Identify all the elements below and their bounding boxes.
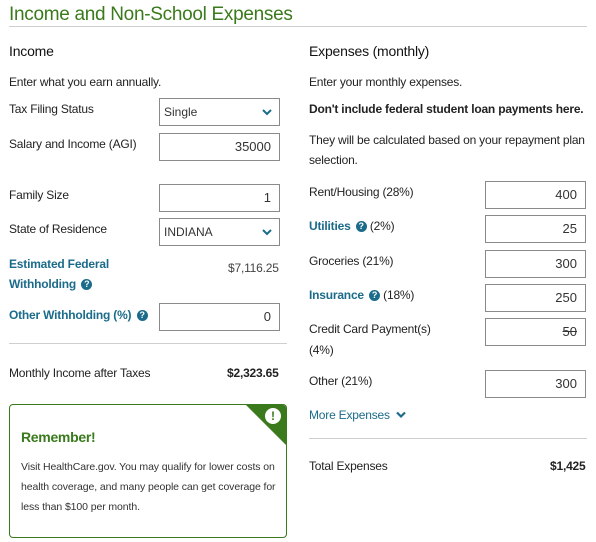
insurance-pct: (18%)	[383, 288, 415, 302]
page-title: Income and Non-School Expenses	[9, 4, 293, 25]
credit-card-label-line2: (4%)	[309, 343, 334, 357]
utilities-link[interactable]: Utilities	[309, 219, 351, 233]
total-expenses-label: Total Expenses	[309, 459, 388, 473]
other-withholding-input[interactable]: 0	[159, 303, 280, 331]
credit-card-value: 50	[562, 324, 577, 339]
groceries-label: Groceries (21%)	[309, 254, 394, 268]
federal-withholding-value: $7,116.25	[228, 261, 279, 275]
credit-card-input[interactable]: 50	[485, 318, 586, 346]
help-icon[interactable]: ?	[136, 310, 148, 321]
expenses-heading: Expenses (monthly)	[309, 43, 430, 59]
exclamation-icon: !	[265, 408, 281, 424]
remember-callout: ! Remember! Visit HealthCare.gov. You ma…	[9, 404, 287, 538]
expenses-note: They will be calculated based on your re…	[309, 133, 585, 167]
title-divider	[9, 26, 587, 27]
rent-input[interactable]: 400	[485, 181, 586, 209]
expenses-note-bold: Don't include federal student loan payme…	[309, 102, 584, 116]
family-size-input[interactable]: 1	[159, 184, 280, 212]
state-select[interactable]: INDIANA	[159, 218, 280, 246]
family-size-label: Family Size	[9, 188, 69, 202]
rent-label: Rent/Housing (28%)	[309, 185, 414, 199]
utilities-pct: (2%)	[369, 219, 395, 233]
insurance-input[interactable]: 250	[485, 284, 586, 312]
insurance-link[interactable]: Insurance	[309, 288, 364, 302]
filing-status-value: Single	[164, 105, 198, 119]
chevron-down-icon	[262, 109, 272, 116]
help-icon[interactable]: ?	[369, 290, 381, 301]
salary-input[interactable]: 35000	[159, 133, 280, 161]
more-expenses-link[interactable]: More Expenses	[309, 408, 390, 422]
filing-status-select[interactable]: Single	[159, 98, 280, 126]
utilities-input[interactable]: 25	[485, 215, 586, 243]
filing-status-label: Tax Filing Status	[9, 102, 94, 116]
more-expenses-toggle[interactable]: More Expenses	[309, 408, 406, 422]
other-withholding-label-row: Other Withholding (%) ?	[9, 308, 148, 322]
chevron-down-icon	[262, 229, 272, 236]
federal-withholding-link-line1[interactable]: Estimated Federal	[9, 257, 109, 271]
monthly-income-value: $2,323.65	[227, 366, 279, 380]
income-divider	[9, 343, 287, 344]
federal-withholding-link-line2[interactable]: Withholding	[9, 277, 76, 291]
groceries-input[interactable]: 300	[485, 250, 586, 278]
credit-card-label-line1: Credit Card Payment(s)	[309, 322, 431, 336]
income-intro: Enter what you earn annually.	[9, 75, 162, 89]
expenses-intro: Enter your monthly expenses.	[309, 75, 463, 89]
monthly-income-label: Monthly Income after Taxes	[9, 366, 151, 380]
other-expense-input[interactable]: 300	[485, 370, 586, 398]
chevron-down-icon	[396, 411, 406, 419]
insurance-label-row: Insurance ? (18%)	[309, 288, 414, 302]
help-icon[interactable]: ?	[355, 221, 367, 232]
other-expense-label: Other (21%)	[309, 374, 373, 388]
remember-body: Visit HealthCare.gov. You may qualify fo…	[21, 461, 276, 513]
total-expenses-value: $1,425	[550, 459, 586, 473]
federal-withholding-label-row: Withholding ?	[9, 277, 93, 291]
expenses-divider	[309, 438, 587, 439]
other-withholding-link[interactable]: Other Withholding (%)	[9, 308, 132, 322]
state-label: State of Residence	[9, 222, 107, 236]
salary-label: Salary and Income (AGI)	[9, 137, 137, 151]
help-icon[interactable]: ?	[81, 279, 93, 290]
income-heading: Income	[9, 43, 54, 59]
utilities-label-row: Utilities ? (2%)	[309, 219, 395, 233]
remember-title: Remember!	[21, 429, 96, 445]
state-value: INDIANA	[164, 225, 213, 239]
